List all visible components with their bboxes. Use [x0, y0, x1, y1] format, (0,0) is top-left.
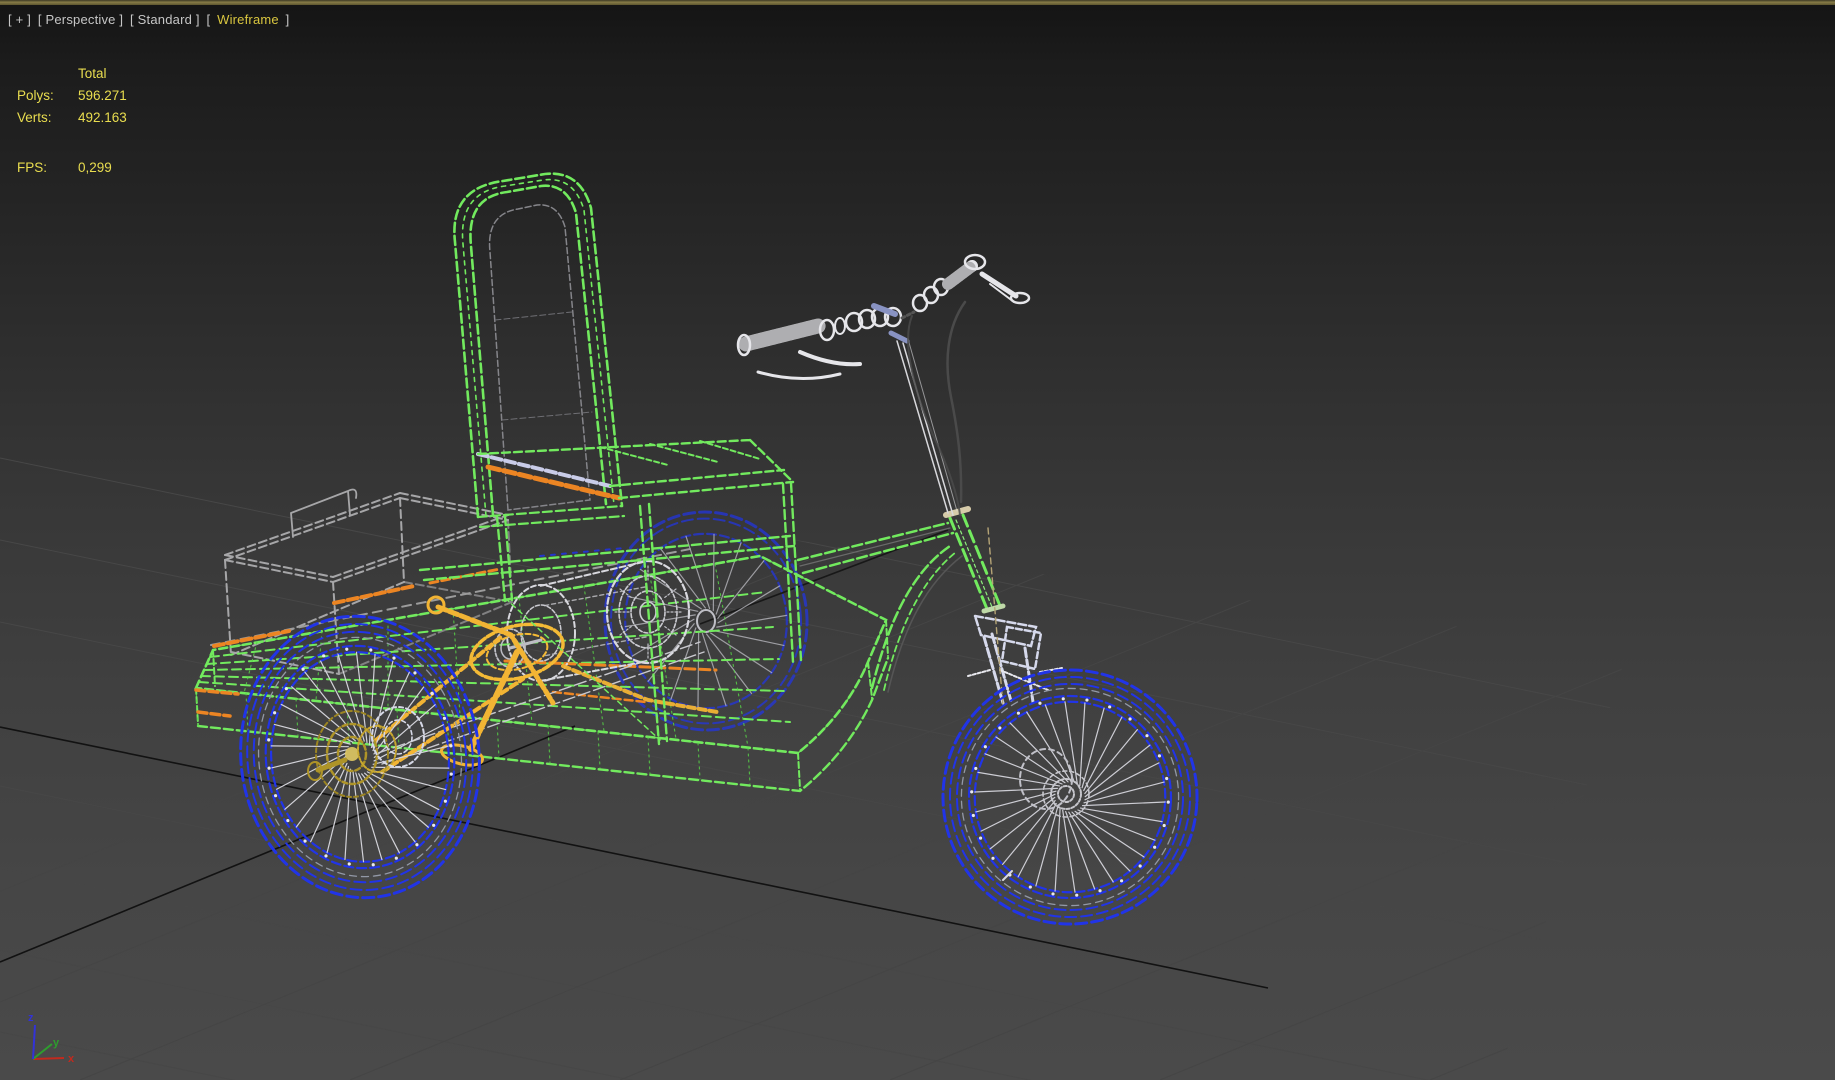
- fps-label: FPS:: [17, 160, 48, 175]
- verts-value: 492.163: [78, 110, 127, 125]
- home-grid: [0, 418, 1628, 1080]
- seat-back-panel: [488, 204, 593, 511]
- shading-mode-value: Wireframe: [217, 12, 279, 27]
- viewport-3d[interactable]: x y z [ + ] [ Perspective ] [ Standard ]…: [0, 0, 1835, 1080]
- left-brake-lever: [798, 350, 862, 367]
- seat-pan: [476, 438, 795, 501]
- rear-hub-gold: [307, 706, 425, 798]
- front-wheel[interactable]: [937, 664, 1204, 931]
- viewport-label: [ + ] [ Perspective ] [ Standard ] [ Wir…: [8, 12, 295, 27]
- axis-x-label: x: [68, 1053, 75, 1065]
- active-viewport-border: [0, 0, 1835, 5]
- viewport-style-menu[interactable]: [ Standard ]: [130, 12, 200, 27]
- polys-label: Polys:: [17, 88, 54, 103]
- polys-value: 596.271: [78, 88, 127, 103]
- axis-gizmo: x y z: [28, 1012, 75, 1065]
- axis-y-label: y: [53, 1037, 60, 1049]
- head-tube: [943, 506, 1006, 614]
- steering-cables: [896, 300, 967, 516]
- viewport-canvas[interactable]: x y z: [0, 0, 1835, 1080]
- statistics-overlay: Total Polys: 596.271 Verts: 492.163 FPS: 0,…: [17, 63, 127, 179]
- front-hub: [1002, 748, 1090, 881]
- handlebar[interactable]: [736, 253, 1031, 516]
- stats-column-header: Total: [78, 66, 107, 81]
- wireframe-tricycle-model[interactable]: [194, 172, 1204, 931]
- viewport-pov-menu[interactable]: [ Perspective ]: [38, 12, 123, 27]
- right-brake-lever: [979, 271, 1019, 299]
- verts-label: Verts:: [17, 110, 52, 125]
- segmented-stem: [844, 277, 950, 333]
- seat-back-frame: [453, 172, 626, 529]
- viewport-general-menu[interactable]: [ + ]: [8, 12, 31, 27]
- fps-value: 0,299: [78, 160, 112, 175]
- frame-tubes[interactable]: [796, 506, 1006, 693]
- viewport-shading-menu[interactable]: [ Wireframe ]: [206, 12, 292, 27]
- axis-z-label: z: [28, 1012, 34, 1024]
